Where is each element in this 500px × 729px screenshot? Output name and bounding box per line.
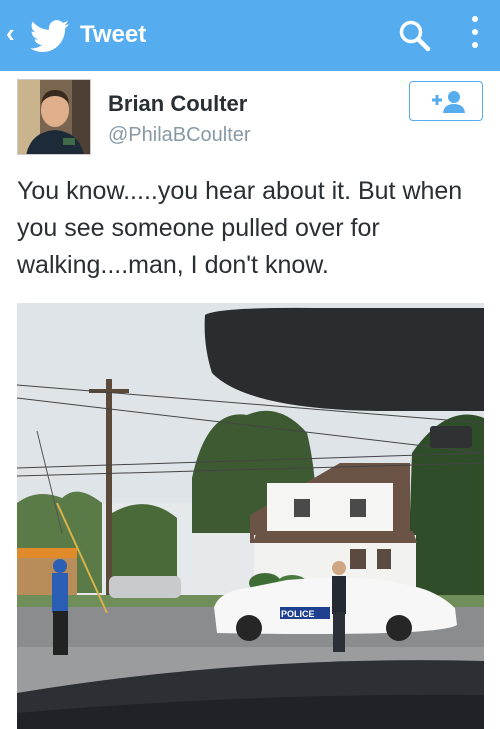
follow-button[interactable] (409, 81, 483, 121)
add-user-icon (432, 91, 465, 113)
tweet-text: You know.....you hear about it. But when… (17, 177, 463, 279)
twitter-bird-icon[interactable] (30, 20, 70, 52)
screen-title: Tweet (80, 21, 147, 48)
police-car-label: POLICE (281, 609, 315, 619)
author-name[interactable]: Brian Coulter (108, 91, 247, 117)
avatar[interactable] (17, 79, 91, 155)
tweet-photo[interactable]: POLICE (17, 303, 484, 729)
more-vertical-icon[interactable] (470, 16, 480, 54)
search-icon[interactable] (398, 19, 432, 53)
author-handle[interactable]: @PhilaBCoulter (108, 124, 251, 147)
chevron-left-icon[interactable]: ‹ (6, 18, 15, 48)
top-app-bar: ‹ Tweet (0, 0, 500, 71)
